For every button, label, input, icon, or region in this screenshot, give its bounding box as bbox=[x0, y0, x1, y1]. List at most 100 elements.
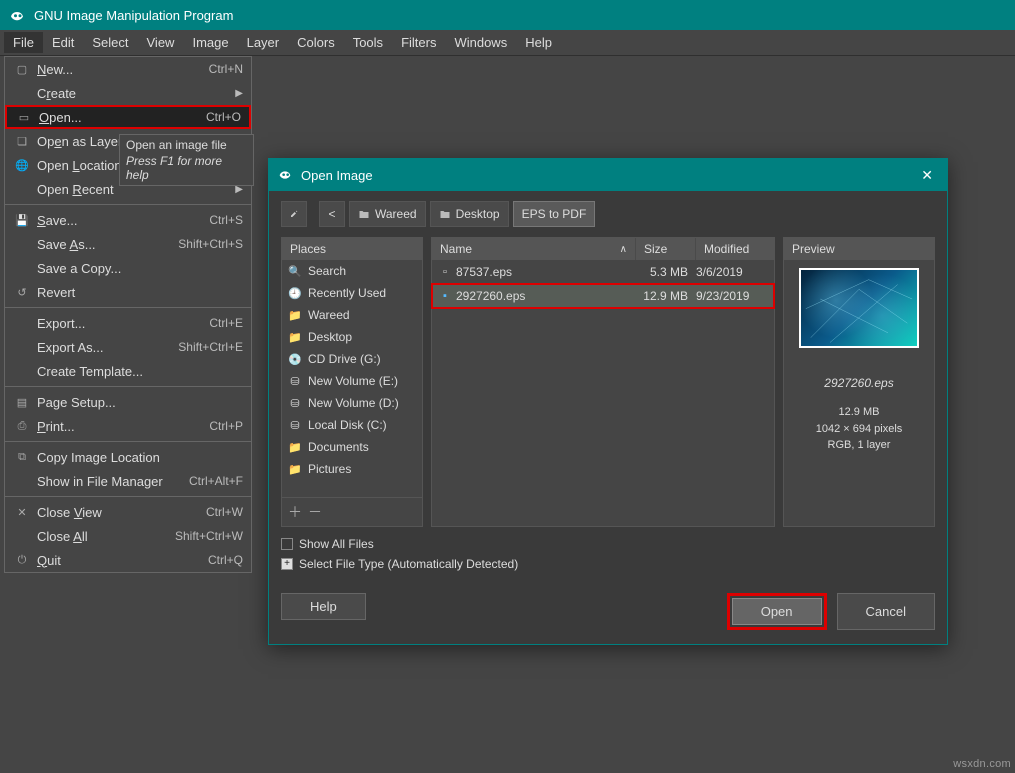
place-documents[interactable]: 📁Documents bbox=[282, 436, 422, 458]
path-back-button[interactable]: < bbox=[319, 201, 345, 227]
globe-icon: 🌐 bbox=[13, 157, 31, 173]
window-title: GNU Image Manipulation Program bbox=[34, 8, 233, 23]
places-header: Places bbox=[282, 238, 422, 260]
dialog-close-button[interactable]: ✕ bbox=[915, 165, 939, 186]
menu-item-copy-image-location[interactable]: ⧉Copy Image Location bbox=[5, 445, 251, 469]
file-row[interactable]: ▫ 87537.eps 5.3 MB 3/6/2019 bbox=[432, 260, 774, 284]
menu-item-open[interactable]: ▭Open...Ctrl+O bbox=[5, 105, 251, 129]
places-remove-button[interactable]: － bbox=[308, 502, 322, 522]
menu-item-save-as[interactable]: Save As...Shift+Ctrl+S bbox=[5, 232, 251, 256]
search-icon: 🔍 bbox=[288, 265, 302, 278]
menu-file[interactable]: File bbox=[4, 32, 43, 53]
disc-icon: 💿 bbox=[288, 353, 302, 366]
open-tooltip: Open an image file Press F1 for more hel… bbox=[119, 134, 254, 186]
place-pictures[interactable]: 📁Pictures bbox=[282, 458, 422, 480]
col-size[interactable]: Size bbox=[636, 238, 696, 260]
menu-tools[interactable]: Tools bbox=[344, 32, 392, 53]
menu-windows[interactable]: Windows bbox=[445, 32, 516, 53]
menu-item-create[interactable]: Create▶ bbox=[5, 81, 251, 105]
folder-icon: 📁 bbox=[288, 309, 302, 322]
revert-icon: ↺ bbox=[13, 284, 31, 300]
place-recent[interactable]: 🕘Recently Used bbox=[282, 282, 422, 304]
place-wareed[interactable]: 📁Wareed bbox=[282, 304, 422, 326]
place-cd-drive[interactable]: 💿CD Drive (G:) bbox=[282, 348, 422, 370]
folder-icon: 📁 bbox=[288, 331, 302, 344]
places-add-button[interactable]: ＋ bbox=[288, 502, 302, 522]
preview-panel: Preview 2927260.eps 12.9 MB 1042 × 694 p… bbox=[783, 237, 935, 527]
menu-item-save-copy[interactable]: Save a Copy... bbox=[5, 256, 251, 280]
path-edit-toggle[interactable] bbox=[281, 201, 307, 227]
window-titlebar: GNU Image Manipulation Program bbox=[0, 0, 1015, 30]
open-icon: ▭ bbox=[15, 109, 33, 125]
menu-item-revert[interactable]: ↺Revert bbox=[5, 280, 251, 304]
menubar: File Edit Select View Image Layer Colors… bbox=[0, 30, 1015, 56]
checkbox-icon bbox=[281, 538, 293, 550]
menu-item-page-setup[interactable]: ▤Page Setup... bbox=[5, 390, 251, 414]
file-list-header: Name∧ Size Modified bbox=[432, 238, 774, 260]
open-image-dialog: Open Image ✕ < Wareed Desktop EPS to PDF… bbox=[268, 158, 948, 645]
close-icon: ✕ bbox=[13, 504, 31, 520]
menu-colors[interactable]: Colors bbox=[288, 32, 344, 53]
quit-icon: ⏻ bbox=[13, 552, 31, 568]
file-icon: ▪ bbox=[432, 290, 452, 302]
watermark: wsxdn.com bbox=[953, 758, 1011, 770]
clock-icon: 🕘 bbox=[288, 287, 302, 300]
file-list: Name∧ Size Modified ▫ 87537.eps 5.3 MB 3… bbox=[431, 237, 775, 527]
menu-edit[interactable]: Edit bbox=[43, 32, 83, 53]
print-icon: ⎙ bbox=[13, 418, 31, 434]
menu-item-new[interactable]: ▢New...Ctrl+N bbox=[5, 57, 251, 81]
tooltip-text: Open an image file bbox=[126, 138, 247, 152]
dialog-title: Open Image bbox=[301, 168, 373, 183]
menu-item-create-template[interactable]: Create Template... bbox=[5, 359, 251, 383]
file-icon: ▫ bbox=[432, 266, 452, 278]
menu-item-close-view[interactable]: ✕Close ViewCtrl+W bbox=[5, 500, 251, 524]
preview-header: Preview bbox=[784, 238, 934, 260]
menu-item-show-in-file-manager[interactable]: Show in File ManagerCtrl+Alt+F bbox=[5, 469, 251, 493]
select-file-type-expander[interactable]: +Select File Type (Automatically Detecte… bbox=[281, 557, 935, 571]
wilber-icon bbox=[8, 6, 26, 24]
col-modified[interactable]: Modified bbox=[696, 238, 774, 260]
menu-image[interactable]: Image bbox=[183, 32, 237, 53]
menu-item-save[interactable]: 💾Save...Ctrl+S bbox=[5, 208, 251, 232]
sort-asc-icon: ∧ bbox=[620, 244, 627, 255]
place-desktop[interactable]: 📁Desktop bbox=[282, 326, 422, 348]
page-setup-icon: ▤ bbox=[13, 394, 31, 410]
drive-icon: ⛁ bbox=[288, 375, 302, 388]
menu-item-print[interactable]: ⎙Print...Ctrl+P bbox=[5, 414, 251, 438]
menu-filters[interactable]: Filters bbox=[392, 32, 445, 53]
path-segment-wareed[interactable]: Wareed bbox=[349, 201, 426, 227]
preview-thumbnail bbox=[799, 268, 919, 348]
folder-icon: 📁 bbox=[288, 463, 302, 476]
place-volume-d[interactable]: ⛁New Volume (D:) bbox=[282, 392, 422, 414]
menu-help[interactable]: Help bbox=[516, 32, 561, 53]
path-segment-desktop[interactable]: Desktop bbox=[430, 201, 509, 227]
open-button[interactable]: Open bbox=[732, 598, 822, 625]
file-row-selected[interactable]: ▪ 2927260.eps 12.9 MB 9/23/2019 bbox=[432, 284, 774, 308]
cancel-button[interactable]: Cancel bbox=[837, 593, 935, 630]
drive-icon: ⛁ bbox=[288, 419, 302, 432]
place-search[interactable]: 🔍Search bbox=[282, 260, 422, 282]
menu-view[interactable]: View bbox=[138, 32, 184, 53]
show-all-files-checkbox[interactable]: Show All Files bbox=[281, 537, 935, 551]
menu-item-close-all[interactable]: Close AllShift+Ctrl+W bbox=[5, 524, 251, 548]
plus-icon: + bbox=[281, 558, 293, 570]
save-icon: 💾 bbox=[13, 212, 31, 228]
dialog-titlebar[interactable]: Open Image ✕ bbox=[269, 159, 947, 191]
menu-select[interactable]: Select bbox=[83, 32, 137, 53]
place-local-disk-c[interactable]: ⛁Local Disk (C:) bbox=[282, 414, 422, 436]
preview-filename: 2927260.eps bbox=[824, 376, 893, 390]
menu-layer[interactable]: Layer bbox=[238, 32, 289, 53]
menu-item-export[interactable]: Export...Ctrl+E bbox=[5, 311, 251, 335]
wilber-icon bbox=[277, 166, 293, 185]
help-button[interactable]: Help bbox=[281, 593, 366, 620]
new-icon: ▢ bbox=[13, 61, 31, 77]
menu-item-export-as[interactable]: Export As...Shift+Ctrl+E bbox=[5, 335, 251, 359]
copy-icon: ⧉ bbox=[13, 449, 31, 465]
chevron-right-icon: ▶ bbox=[235, 88, 243, 99]
place-volume-e[interactable]: ⛁New Volume (E:) bbox=[282, 370, 422, 392]
path-segment-eps-to-pdf[interactable]: EPS to PDF bbox=[513, 201, 596, 227]
col-name[interactable]: Name∧ bbox=[432, 238, 636, 260]
places-panel: Places 🔍Search 🕘Recently Used 📁Wareed 📁D… bbox=[281, 237, 423, 527]
tooltip-hint: Press F1 for more help bbox=[126, 154, 247, 182]
menu-item-quit[interactable]: ⏻QuitCtrl+Q bbox=[5, 548, 251, 572]
